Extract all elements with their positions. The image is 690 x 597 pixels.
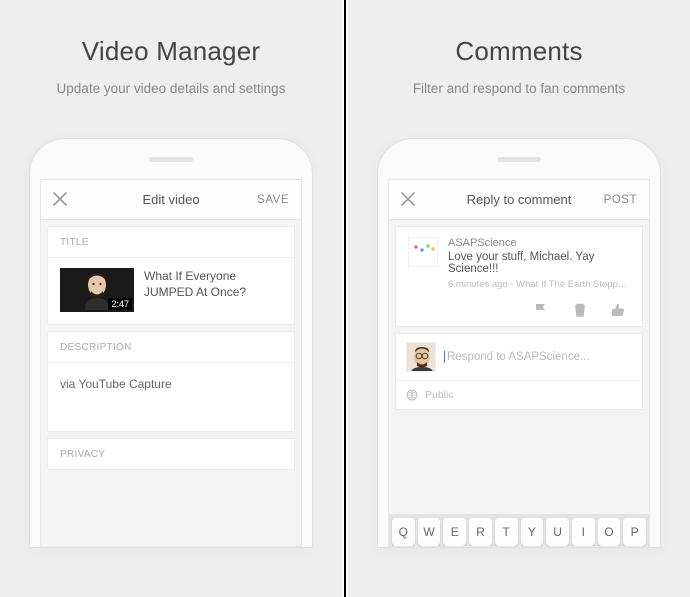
key-q[interactable]: Q (392, 518, 415, 546)
privacy-card[interactable]: PRIVACY (47, 438, 295, 470)
panel-comments: Comments Filter and respond to fan comme… (348, 0, 690, 597)
phone-frame: Edit video SAVE TITLE (29, 138, 313, 548)
navbar-title: Edit video (142, 192, 199, 207)
panel-video-manager: Video Manager Update your video details … (0, 0, 342, 597)
comment-context-video[interactable]: What If The Earth Stopped Spinni... (516, 279, 630, 290)
thumbnail-duration: 2:47 (108, 298, 132, 310)
user-avatar[interactable] (406, 342, 436, 372)
section-label-title: TITLE (48, 227, 294, 258)
comment-meta: 6 minutes ago · What If The Earth Stoppe… (448, 279, 630, 290)
keyboard: Q W E R T Y U I O P (389, 514, 649, 546)
privacy-label: Public (425, 389, 454, 401)
close-icon (53, 192, 67, 206)
thumbs-up-icon[interactable] (610, 302, 626, 318)
phone-frame: Reply to comment POST ASAPScience Love y… (377, 138, 661, 548)
comment-text: Love your stuff, Michael. Yay Science!!! (448, 251, 630, 275)
comment-time: 6 minutes ago (448, 279, 508, 290)
navbar: Reply to comment POST (389, 180, 649, 220)
close-button[interactable] (53, 191, 93, 209)
save-button[interactable]: SAVE (249, 194, 289, 206)
panel-subtitle: Filter and respond to fan comments (413, 81, 625, 96)
key-o[interactable]: O (598, 518, 621, 546)
video-title-text[interactable]: What If Everyone JUMPED At Once? (144, 268, 282, 300)
reply-input[interactable]: Respond to ASAPScience... (444, 351, 632, 363)
commenter-name[interactable]: ASAPScience (448, 237, 630, 249)
avatar-face-icon (407, 343, 436, 372)
key-y[interactable]: Y (521, 518, 544, 546)
key-t[interactable]: T (495, 518, 518, 546)
screen-reply-comment: Reply to comment POST ASAPScience Love y… (388, 179, 650, 547)
key-e[interactable]: E (443, 518, 466, 546)
phone-speaker (497, 157, 541, 162)
close-icon (401, 192, 415, 206)
navbar-title: Reply to comment (467, 192, 572, 207)
screen-edit-video: Edit video SAVE TITLE (40, 179, 302, 547)
reply-card: Respond to ASAPScience... Public (395, 333, 643, 410)
reply-placeholder: Respond to ASAPScience... (447, 351, 632, 363)
key-u[interactable]: U (546, 518, 569, 546)
flag-icon[interactable] (534, 302, 550, 318)
section-label-description: DESCRIPTION (48, 332, 294, 363)
video-thumbnail[interactable]: 2:47 (60, 268, 134, 312)
title-row[interactable]: 2:47 What If Everyone JUMPED At Once? (48, 258, 294, 324)
panel-subtitle: Update your video details and settings (57, 81, 286, 96)
key-w[interactable]: W (418, 518, 441, 546)
key-r[interactable]: R (469, 518, 492, 546)
globe-icon (406, 389, 418, 401)
trash-icon[interactable] (572, 302, 588, 318)
close-button[interactable] (401, 191, 441, 209)
navbar: Edit video SAVE (41, 180, 301, 220)
description-card: DESCRIPTION via YouTube Capture (47, 331, 295, 432)
panel-title: Video Manager (82, 36, 260, 67)
commenter-avatar[interactable] (408, 237, 438, 267)
section-label-privacy: PRIVACY (48, 439, 294, 469)
description-text[interactable]: via YouTube Capture (48, 363, 294, 431)
phone-speaker (149, 157, 193, 162)
key-i[interactable]: I (572, 518, 595, 546)
panel-divider (344, 0, 346, 597)
title-card: TITLE 2:47 What If Everyone JUM (47, 226, 295, 325)
comment-item: ASAPScience Love your stuff, Michael. Ya… (395, 226, 643, 327)
panel-title: Comments (455, 36, 582, 67)
privacy-selector[interactable]: Public (396, 381, 642, 409)
text-caret (444, 351, 445, 363)
post-button[interactable]: POST (597, 194, 637, 206)
key-p[interactable]: P (623, 518, 646, 546)
